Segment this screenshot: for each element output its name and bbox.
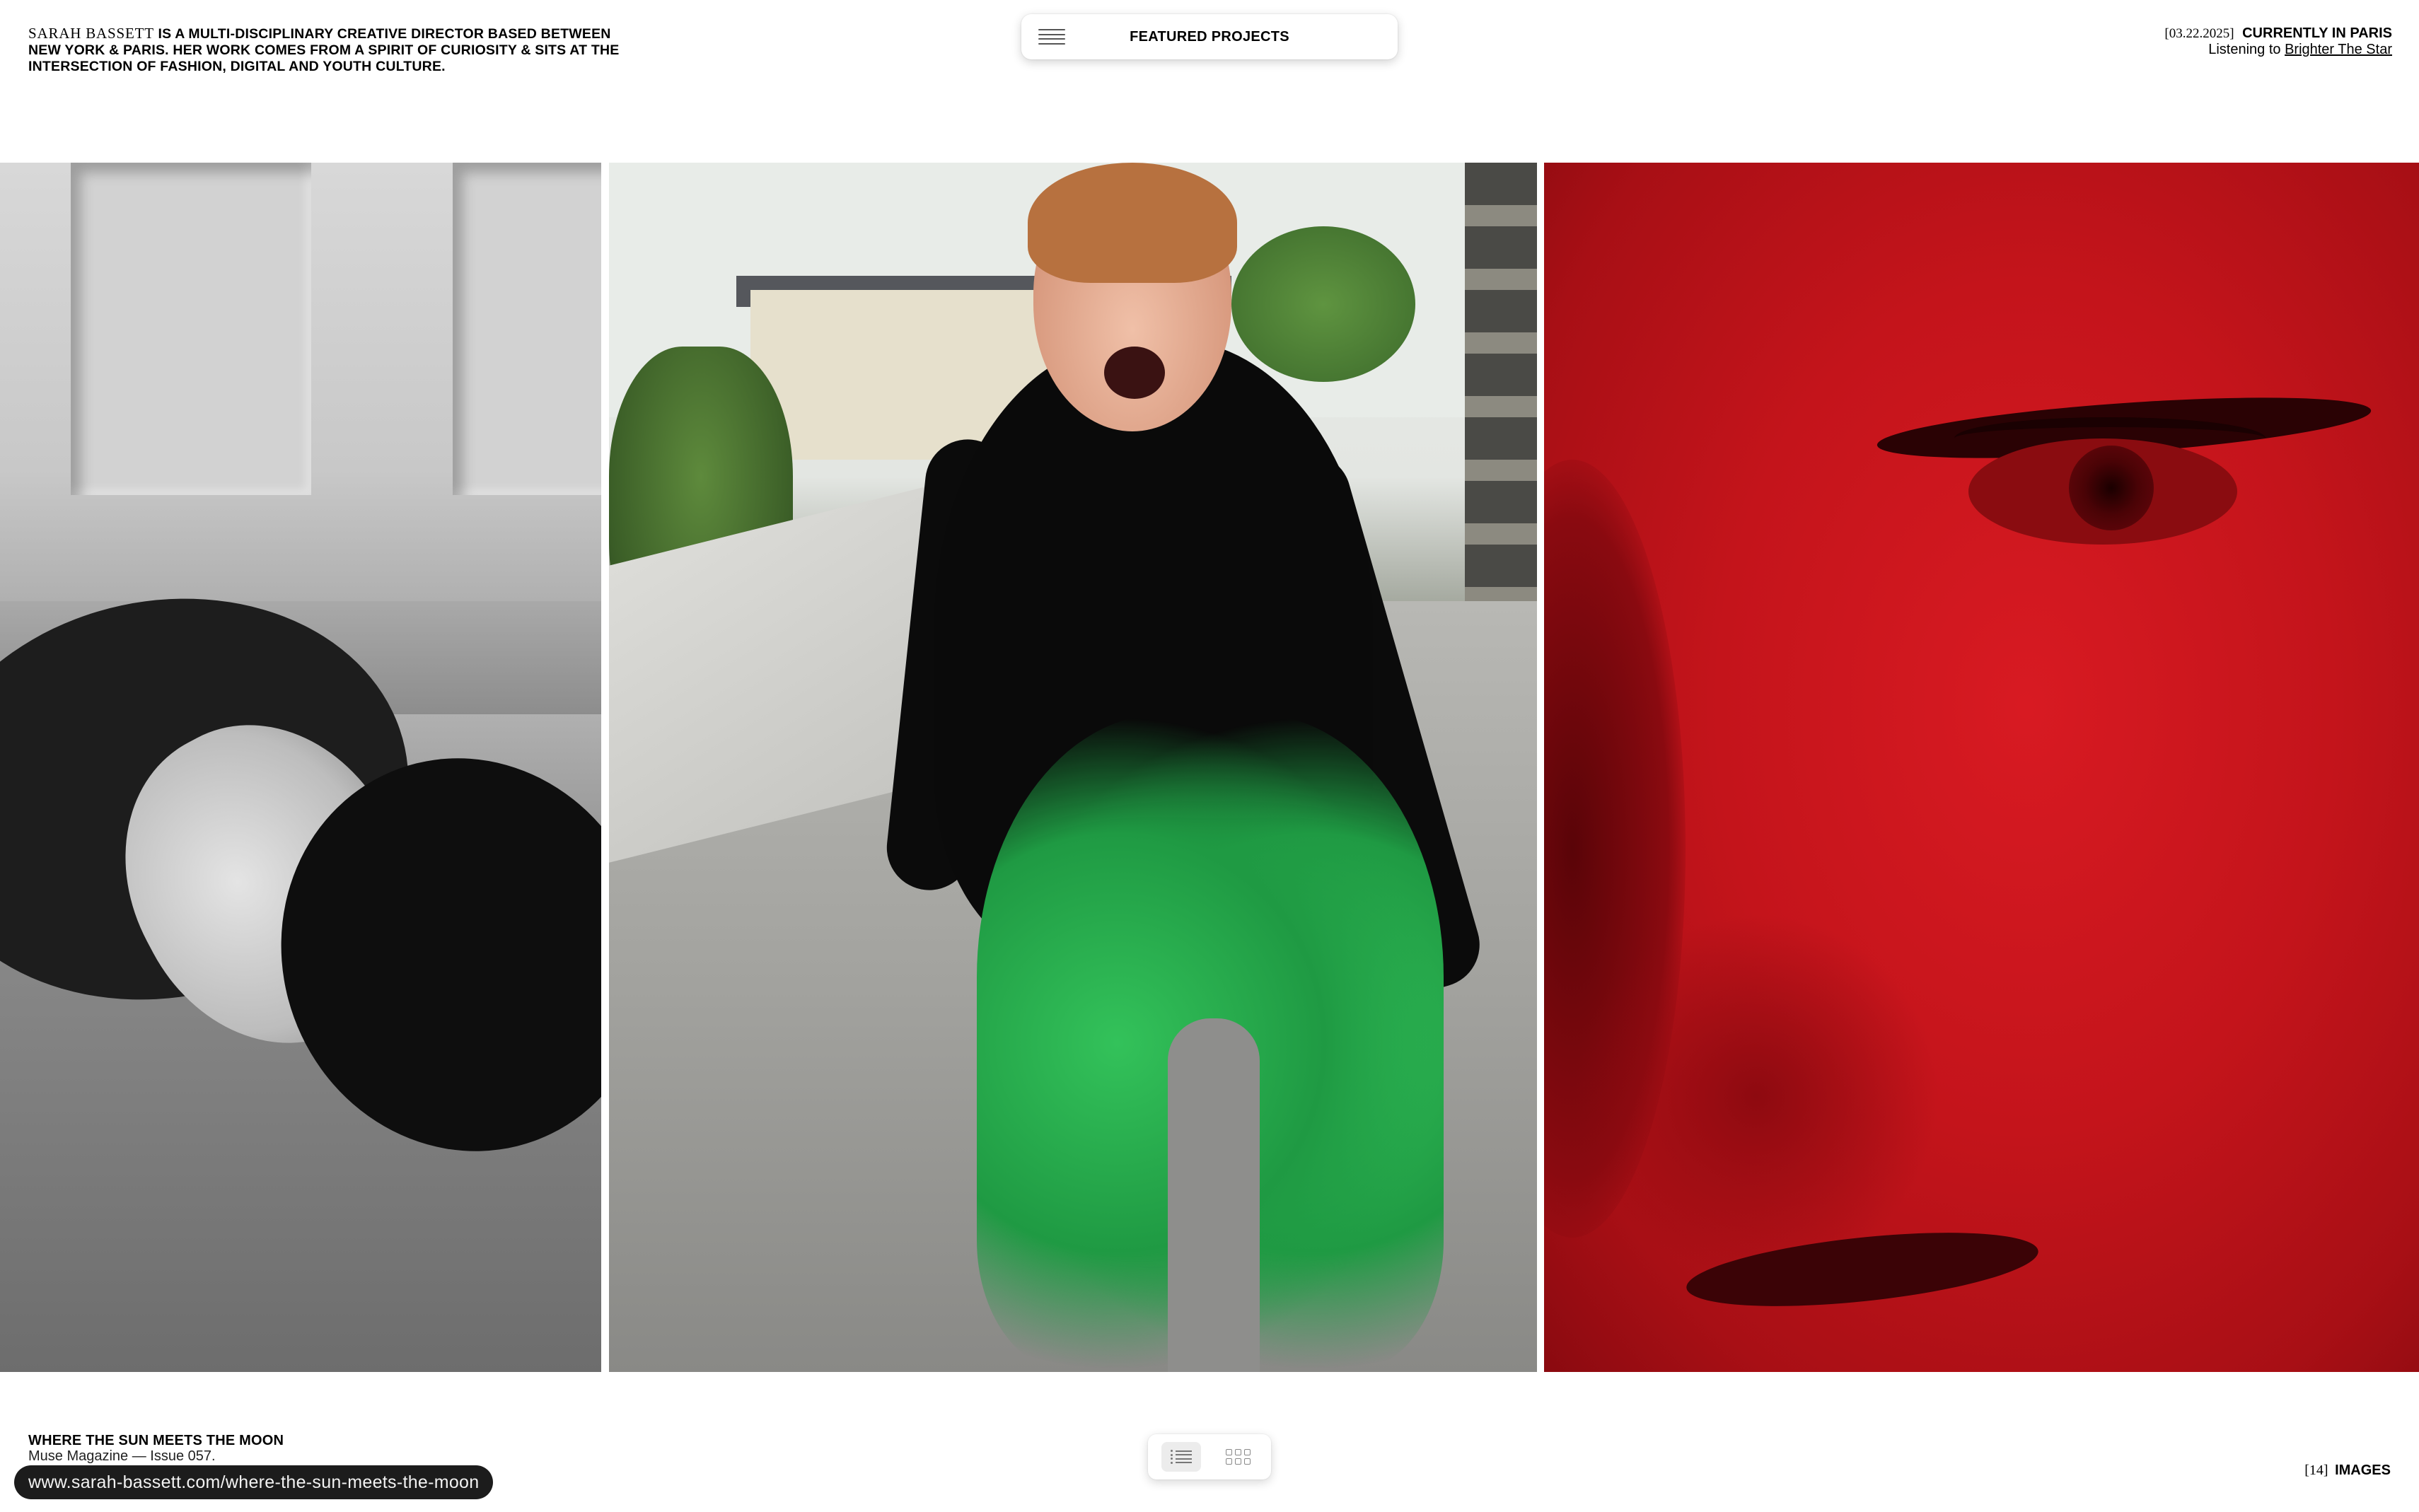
bio-name[interactable]: SARAH BASSETT — [28, 25, 154, 42]
current-location: CURRENTLY IN PARIS — [2242, 25, 2392, 41]
listening-label: Listening to — [2208, 42, 2281, 57]
featured-projects-menu[interactable]: FEATURED PROJECTS — [1021, 14, 1398, 59]
page: SARAH BASSETT IS A MULTI-DISCIPLINARY CR… — [0, 0, 2419, 1512]
gallery-image-2[interactable] — [609, 163, 1537, 1372]
featured-projects-label[interactable]: FEATURED PROJECTS — [1021, 14, 1398, 59]
gallery-image-1[interactable] — [0, 163, 601, 1372]
status-block: [03.22.2025] CURRENTLY IN PARIS Listenin… — [2164, 25, 2392, 58]
status-url-bar: www.sarah-bassett.com/where-the-sun-meet… — [14, 1465, 494, 1499]
image-count: [14] IMAGES — [2304, 1462, 2391, 1479]
view-toggle — [1148, 1434, 1271, 1479]
project-subtitle: Muse Magazine — Issue 057. — [28, 1448, 216, 1464]
current-date: [03.22.2025] — [2164, 26, 2234, 41]
project-title[interactable]: WHERE THE SUN MEETS THE MOON — [28, 1433, 284, 1449]
grid-view-icon — [1225, 1449, 1251, 1465]
grid-view-button[interactable] — [1218, 1442, 1258, 1472]
list-view-button[interactable] — [1161, 1442, 1201, 1472]
image-gallery — [0, 163, 2419, 1372]
image-count-number: [14] — [2304, 1462, 2328, 1478]
gallery-image-3[interactable] — [1544, 163, 2419, 1372]
bio-text-block: SARAH BASSETT IS A MULTI-DISCIPLINARY CR… — [28, 25, 637, 75]
list-view-icon — [1171, 1450, 1192, 1464]
song-link[interactable]: Brighter The Star — [2285, 42, 2392, 57]
image-count-label: IMAGES — [2335, 1462, 2391, 1478]
